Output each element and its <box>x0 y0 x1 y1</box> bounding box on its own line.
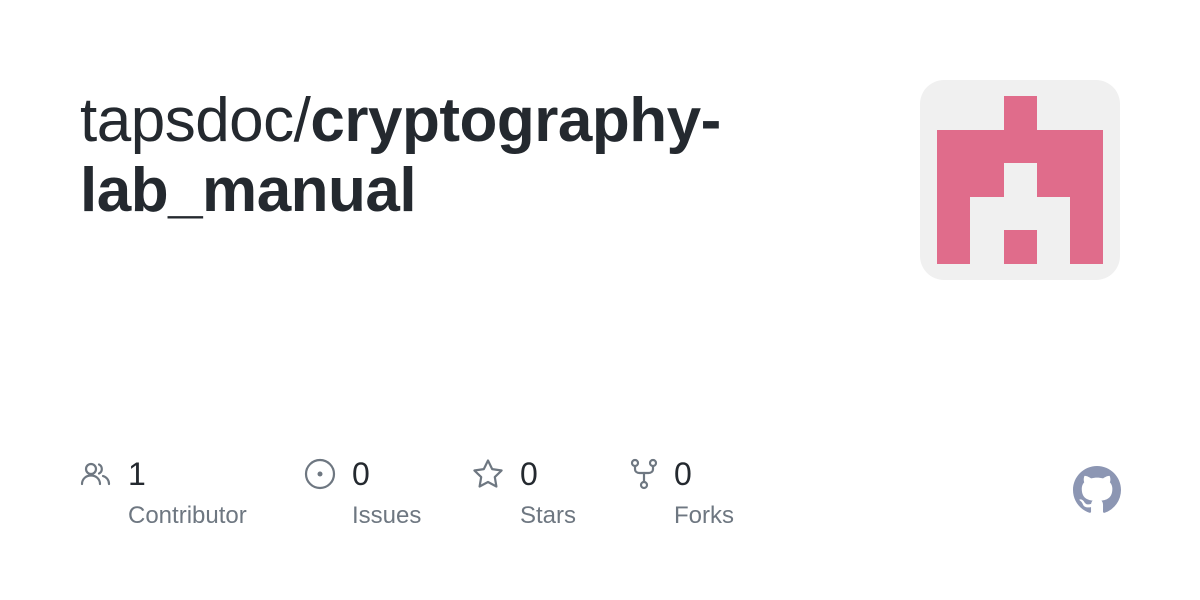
forks-label: Forks <box>674 502 734 529</box>
contributors-label: Contributor <box>128 502 247 529</box>
repo-owner: tapsdoc/ <box>80 86 311 155</box>
repo-forked-icon <box>630 458 658 490</box>
contributors-count: 1 <box>128 456 146 492</box>
repo-title: tapsdoc/cryptography-lab_manual <box>80 86 780 226</box>
identicon-avatar-icon <box>937 96 1103 264</box>
issue-opened-icon <box>304 458 336 490</box>
issues-count: 0 <box>352 456 370 492</box>
repo-stats: 1 Contributor 0 Issues 0 Stars 0 Forks <box>80 455 840 535</box>
forks-count: 0 <box>674 456 692 492</box>
repo-avatar <box>920 80 1120 280</box>
star-icon <box>473 459 503 488</box>
stars-count: 0 <box>520 456 538 492</box>
issues-label: Issues <box>352 502 422 529</box>
github-logo-icon[interactable] <box>1073 466 1121 514</box>
people-icon <box>80 462 111 486</box>
stars-label: Stars <box>520 502 577 529</box>
